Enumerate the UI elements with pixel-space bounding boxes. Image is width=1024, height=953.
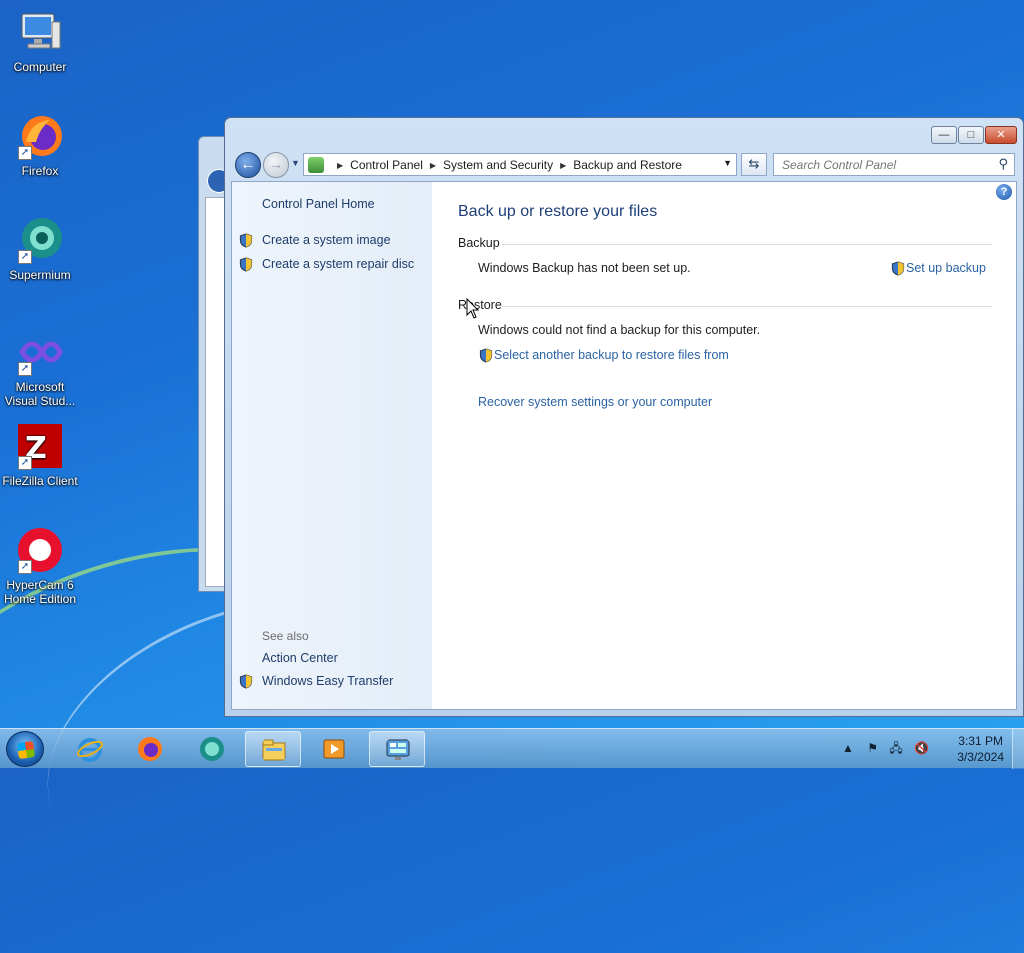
address-bar[interactable]: ▶ Control Panel ▶ System and Security ▶ Backu… <box>303 153 737 176</box>
action-center-flag-icon[interactable]: ⚑ <box>867 741 878 755</box>
backup-restore-window[interactable]: — □ ✕ ← → ▼ ▶ Control Panel ▶ System and Se… <box>224 117 1024 717</box>
close-button[interactable]: ✕ <box>985 126 1017 144</box>
desktop-icon-label: FileZilla Client <box>2 474 78 488</box>
notification-area: ▲ ⚑ 🖧 🔇 <box>842 739 929 760</box>
taskbar-item-firefox[interactable] <box>122 731 178 767</box>
internet-explorer-icon <box>77 738 103 762</box>
action-center-link[interactable]: Action Center <box>262 651 338 665</box>
breadcrumb-control-panel[interactable]: Control Panel <box>350 158 423 172</box>
chevron-right-icon[interactable]: ▶ <box>337 161 343 170</box>
uac-shield-icon <box>239 674 253 689</box>
chevron-right-icon[interactable]: ▶ <box>430 161 436 170</box>
desktop-icon-label: Microsoft Visual Stud... <box>4 380 76 408</box>
create-system-repair-disc-link[interactable]: Create a system repair disc <box>262 257 414 271</box>
create-system-image-link[interactable]: Create a system image <box>262 233 391 247</box>
divider <box>502 244 992 245</box>
task-pane: Control Panel Home Create a system image… <box>232 182 432 709</box>
desktop-icon-label: HyperCam 6 Home Edition <box>3 578 77 606</box>
chevron-right-icon[interactable]: ▶ <box>560 161 566 170</box>
taskbar-item-media-player[interactable] <box>306 731 362 767</box>
desktop-icon-filezilla[interactable]: Z ➚ FileZilla Client <box>0 422 80 488</box>
recover-system-settings-link[interactable]: Recover system settings or your computer <box>478 395 712 409</box>
supermium-icon <box>200 737 224 761</box>
maximize-button[interactable]: □ <box>958 126 984 144</box>
system-clock[interactable]: 3:31 PM 3/3/2024 <box>957 733 1004 765</box>
start-button[interactable] <box>6 731 44 767</box>
shortcut-arrow-icon: ➚ <box>18 362 32 376</box>
shortcut-arrow-icon: ➚ <box>18 146 32 160</box>
uac-shield-icon <box>239 257 253 272</box>
window-content: Control Panel Home Create a system image… <box>231 181 1017 710</box>
desktop-icon-computer[interactable]: Computer <box>0 8 80 74</box>
uac-shield-icon <box>239 233 253 248</box>
firefox-icon: ➚ <box>16 112 64 160</box>
firefox-icon <box>138 737 162 761</box>
supermium-icon: ➚ <box>16 216 64 264</box>
control-panel-icon <box>386 739 410 760</box>
desktop-icon-firefox[interactable]: ➚ Firefox <box>0 112 80 178</box>
divider <box>502 306 992 307</box>
control-panel-home-link[interactable]: Control Panel Home <box>262 197 375 211</box>
breadcrumb: ▶ Control Panel ▶ System and Security ▶ Backu… <box>330 158 682 172</box>
navigation-bar: ← → ▼ ▶ Control Panel ▶ System and Security… <box>233 150 1015 178</box>
desktop-icon-hypercam[interactable]: ➚ HyperCam 6 Home Edition <box>0 526 80 606</box>
search-box[interactable]: ⚲ <box>773 153 1015 176</box>
windows-easy-transfer-link[interactable]: Windows Easy Transfer <box>262 674 393 688</box>
clock-time: 3:31 PM <box>958 734 1003 748</box>
backup-heading: Backup <box>458 236 500 250</box>
uac-shield-icon <box>891 261 905 276</box>
show-hidden-icons-icon[interactable]: ▲ <box>842 741 854 755</box>
computer-icon <box>16 8 64 56</box>
help-icon[interactable]: ? <box>996 184 1012 200</box>
control-panel-icon <box>308 157 324 173</box>
address-history-dropdown[interactable]: ▼ <box>723 158 732 168</box>
windows-explorer-icon <box>262 739 286 761</box>
refresh-icon: ⇆ <box>748 156 760 171</box>
desktop-icon-label: Firefox <box>21 164 59 178</box>
media-player-icon <box>323 739 345 759</box>
taskbar-item-control-panel[interactable] <box>369 731 425 767</box>
desktop-icon-visual-studio[interactable]: ➚ Microsoft Visual Stud... <box>0 328 80 408</box>
breadcrumb-system-and-security[interactable]: System and Security <box>443 158 553 172</box>
forward-arrow-icon: → <box>269 156 283 172</box>
refresh-button[interactable]: ⇆ <box>741 153 767 176</box>
show-desktop-button[interactable] <box>1012 729 1024 769</box>
see-also-heading: See also <box>262 629 309 643</box>
windows-logo-icon <box>16 740 36 760</box>
restore-status: Windows could not find a backup for this… <box>478 323 761 337</box>
clock-date: 3/3/2024 <box>957 750 1004 764</box>
page-title: Back up or restore your files <box>458 203 658 220</box>
desktop-icon-supermium[interactable]: ➚ Supermium <box>0 216 80 282</box>
desktop-icon-label: Supermium <box>9 268 71 282</box>
uac-shield-icon <box>479 348 493 363</box>
minimize-button[interactable]: — <box>931 126 957 144</box>
desktop-icon-label: Computer <box>13 60 67 74</box>
set-up-backup-link[interactable]: Set up backup <box>906 261 986 275</box>
select-another-backup-link[interactable]: Select another backup to restore files f… <box>494 348 729 362</box>
back-button[interactable]: ← <box>235 152 261 178</box>
shortcut-arrow-icon: ➚ <box>18 250 32 264</box>
search-icon[interactable]: ⚲ <box>998 156 1008 172</box>
backup-status: Windows Backup has not been set up. <box>478 261 691 275</box>
search-input[interactable] <box>780 157 980 173</box>
back-arrow-icon: ← <box>240 156 256 173</box>
mouse-cursor-icon <box>466 298 480 319</box>
volume-muted-icon[interactable]: 🔇 <box>914 741 929 755</box>
caption-buttons: — □ ✕ <box>930 126 1017 144</box>
recent-pages-dropdown[interactable]: ▼ <box>291 158 300 168</box>
taskbar-item-supermium[interactable] <box>184 731 240 767</box>
taskbar: ▲ ⚑ 🖧 🔇 3:31 PM 3/3/2024 <box>0 728 1024 769</box>
taskbar-item-internet-explorer[interactable] <box>62 731 118 767</box>
main-pane: ? Back up or restore your files Backup W… <box>432 182 1016 709</box>
shortcut-arrow-icon: ➚ <box>18 560 32 574</box>
forward-button[interactable]: → <box>263 152 289 178</box>
visual-studio-icon: ➚ <box>16 328 64 376</box>
breadcrumb-backup-and-restore[interactable]: Backup and Restore <box>573 158 682 172</box>
hypercam-icon: ➚ <box>16 526 64 574</box>
filezilla-icon: Z ➚ <box>16 422 64 470</box>
network-icon[interactable]: 🖧 <box>889 741 902 755</box>
shortcut-arrow-icon: ➚ <box>18 456 32 470</box>
taskbar-item-windows-explorer[interactable] <box>245 731 301 767</box>
